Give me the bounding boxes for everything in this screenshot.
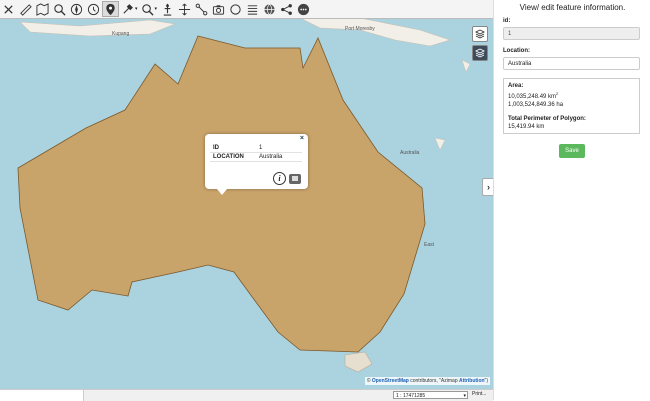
area-km2: 10,035,248.49 km — [508, 94, 557, 100]
area-km2-row: 10,035,248.49 km2 — [508, 90, 635, 101]
map-canvas[interactable]: Kupang Port Moresby Australia East × ID … — [0, 0, 493, 400]
globe-icon[interactable] — [261, 1, 277, 17]
popup-key-location: LOCATION — [210, 152, 256, 162]
move-icon[interactable] — [176, 1, 192, 17]
place-label-kupang: Kupang — [112, 31, 130, 37]
place-label-east: East — [424, 242, 435, 248]
base-layer-button[interactable] — [472, 45, 488, 61]
map-attribution: © OpenStreetMap contributors, "Azimap At… — [364, 377, 490, 385]
area-ha: 1,003,524,849.36 ha — [508, 102, 564, 108]
table-row: ID 1 — [210, 144, 302, 153]
id-label: id: — [503, 18, 511, 24]
area-label: Area: — [508, 83, 524, 89]
search-zoom-icon[interactable] — [51, 1, 67, 17]
layers-button[interactable] — [472, 26, 488, 42]
footer-tab[interactable] — [0, 390, 84, 401]
chevron-down-icon: ▾ — [154, 6, 158, 12]
print-button[interactable]: Print... — [472, 391, 486, 397]
location-pin-icon[interactable] — [102, 1, 119, 17]
measurements-box: Area: 10,035,248.49 km2 1,003,524,849.36… — [503, 78, 640, 134]
table-row: LOCATION Australia — [210, 152, 302, 162]
feature-popup: × ID 1 LOCATION Australia i — [205, 134, 308, 195]
location-label: Location: — [503, 48, 530, 54]
popup-value-id: 1 — [256, 144, 302, 153]
compass-icon[interactable] — [68, 1, 84, 17]
png-land — [299, 15, 451, 47]
indonesia-land — [19, 19, 177, 37]
save-button[interactable]: Save — [559, 144, 585, 158]
place-label-australia-sea: Australia — [400, 150, 420, 156]
island — [434, 137, 446, 151]
close-x-icon[interactable] — [0, 1, 16, 17]
panel-title: View/ edit feature information. — [519, 3, 626, 12]
ruler-icon[interactable] — [17, 1, 33, 17]
map-base-layer — [17, 15, 471, 373]
chevron-down-icon: ▾ — [135, 6, 138, 12]
id-field: 1 — [503, 27, 640, 40]
info-icon[interactable]: i — [273, 172, 286, 185]
location-field[interactable]: Australia — [503, 57, 640, 70]
map-icon[interactable] — [34, 1, 50, 17]
list-icon[interactable] — [244, 1, 260, 17]
feature-info-panel: View/ edit feature information. id: 1 Lo… — [493, 0, 650, 400]
perimeter-value: 15,419.94 km — [508, 124, 545, 130]
island — [461, 59, 471, 73]
osm-link[interactable]: OpenStreetMap — [372, 378, 409, 384]
popup-pointer — [217, 189, 227, 195]
map-footer: 1 : 17471285 ▾ Print... — [0, 389, 493, 401]
attribution-link[interactable]: Attribution — [459, 378, 485, 384]
line-icon[interactable] — [193, 1, 209, 17]
tools-icon[interactable]: ▾ — [120, 1, 139, 17]
expand-panel-button[interactable]: › — [482, 178, 493, 196]
tasmania-land — [344, 351, 373, 373]
popup-key-id: ID — [210, 144, 256, 153]
edit-feature-icon[interactable] — [289, 173, 301, 184]
popup-attributes-table: ID 1 LOCATION Australia — [210, 144, 302, 162]
chevron-down-icon: ▾ — [463, 393, 466, 399]
perimeter-label: Total Perimeter of Polygon: — [508, 116, 586, 122]
layer-controls — [472, 26, 488, 61]
attribution-middle: contributors, "Azimap — [408, 378, 459, 384]
popup-value-location: Australia — [256, 152, 302, 162]
circle-icon[interactable] — [227, 1, 243, 17]
stack-icon — [475, 48, 485, 58]
share-icon[interactable] — [278, 1, 294, 17]
scale-select[interactable]: 1 : 17471285 ▾ — [393, 391, 468, 399]
attribution-suffix: ") — [484, 378, 488, 384]
camera-icon[interactable] — [210, 1, 226, 17]
area-km2-sup: 2 — [556, 91, 559, 96]
popup-close-icon[interactable]: × — [300, 135, 304, 142]
scale-value: 1 : 17471285 — [396, 393, 426, 399]
more-icon[interactable] — [295, 1, 311, 17]
popup-actions: i — [273, 172, 301, 185]
history-icon[interactable] — [85, 1, 101, 17]
map-toolbar: ▾ ▾ — [0, 0, 493, 19]
place-label-port-moresby: Port Moresby — [345, 26, 375, 32]
zoom-icon[interactable]: ▾ — [140, 1, 159, 17]
layers-icon — [475, 29, 485, 39]
geocache-icon[interactable] — [159, 1, 175, 17]
